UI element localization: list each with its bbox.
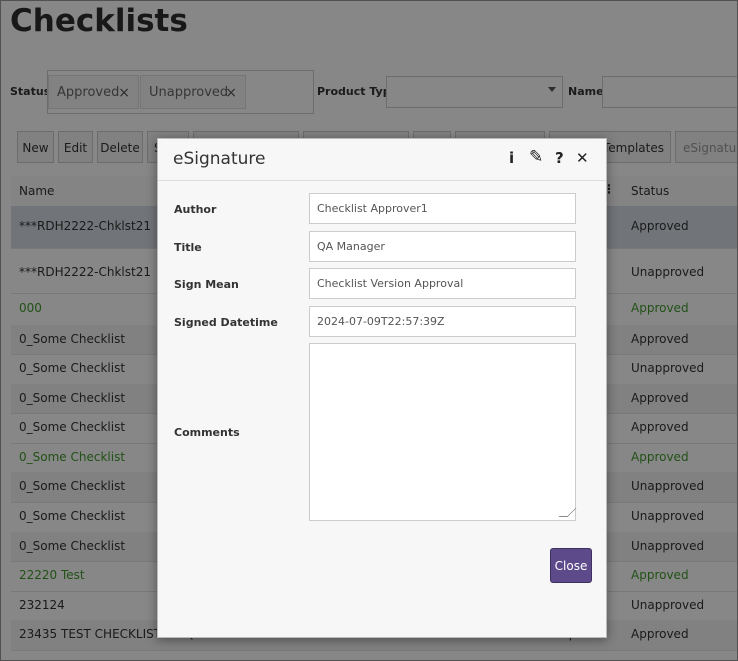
resize-handle-icon[interactable]: [558, 508, 577, 517]
comments-label: Comments: [174, 426, 240, 439]
close-icon[interactable]: ✕: [576, 149, 589, 167]
pencil-icon[interactable]: ✎: [529, 148, 543, 166]
author-field[interactable]: Checklist Approver1: [309, 193, 576, 224]
close-button[interactable]: Close: [550, 548, 592, 583]
signed-datetime-label: Signed Datetime: [174, 316, 278, 329]
sign-mean-label: Sign Mean: [174, 278, 239, 291]
signed-datetime-field[interactable]: 2024-07-09T22:57:39Z: [309, 306, 576, 337]
sign-mean-field[interactable]: Checklist Version Approval: [309, 268, 576, 299]
help-icon[interactable]: ?: [555, 149, 564, 167]
title-field[interactable]: QA Manager: [309, 231, 576, 262]
comments-textarea[interactable]: [309, 343, 577, 521]
dialog-title: eSignature: [173, 149, 266, 169]
dialog-header: eSignature i ✎ ? ✕: [158, 139, 606, 181]
author-label: Author: [174, 203, 217, 216]
info-icon[interactable]: i: [509, 149, 514, 167]
title-label: Title: [174, 241, 202, 254]
esignature-dialog: eSignature i ✎ ? ✕ Author Checklist Appr…: [157, 138, 607, 638]
